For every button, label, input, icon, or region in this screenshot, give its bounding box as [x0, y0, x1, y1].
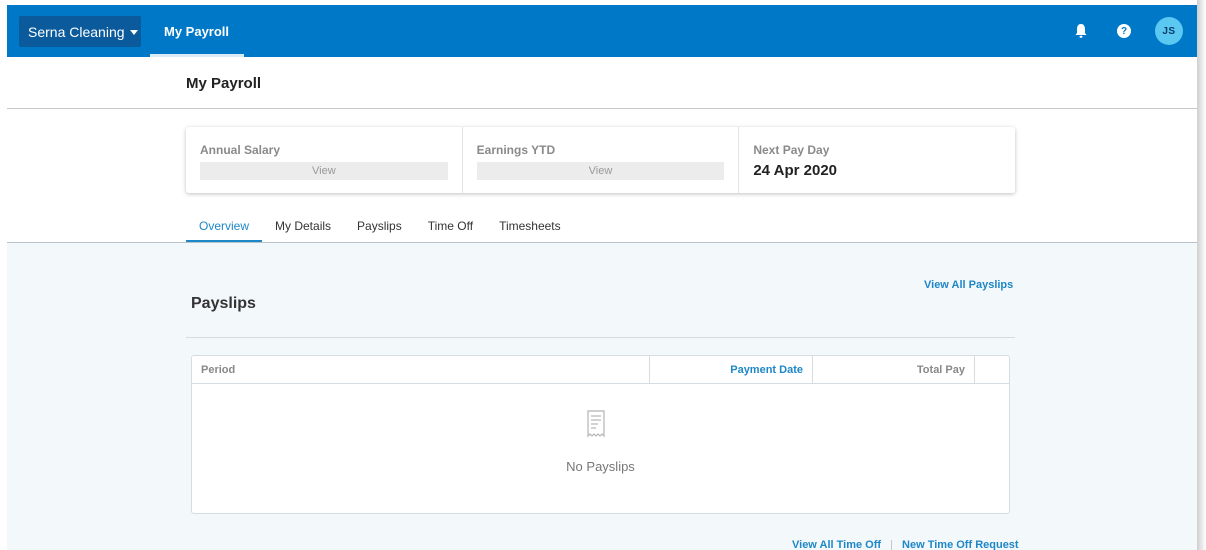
next-pay-day-value: 24 Apr 2020 — [753, 162, 838, 179]
payroll-tabs: Overview My Details Payslips Time Off Ti… — [186, 213, 574, 243]
page-title: My Payroll — [186, 75, 262, 92]
column-total-pay[interactable]: Total Pay — [813, 356, 975, 383]
organization-switcher[interactable]: Serna Cleaning — [19, 16, 141, 47]
column-payment-date[interactable]: Payment Date — [650, 356, 813, 383]
stat-label: Next Pay Day — [753, 143, 830, 157]
app-window: Serna Cleaning My Payroll ? JS My Payrol… — [0, 0, 1197, 550]
table-header: Period Payment Date Total Pay — [192, 356, 1009, 384]
empty-state-text: No Payslips — [566, 459, 635, 474]
stat-next-pay-day: Next Pay Day 24 Apr 2020 — [739, 127, 1015, 193]
new-time-off-request-link[interactable]: New Time Off Request — [902, 539, 1019, 550]
user-avatar[interactable]: JS — [1155, 17, 1183, 45]
section-divider — [186, 337, 1015, 338]
window-shadow — [1197, 0, 1206, 550]
help-icon[interactable]: ? — [1117, 24, 1131, 38]
caret-down-icon — [129, 30, 138, 35]
time-off-links: View All Time Off New Time Off Request — [792, 539, 1019, 550]
tab-time-off[interactable]: Time Off — [415, 213, 486, 243]
nav-my-payroll-label: My Payroll — [164, 23, 230, 39]
summary-card: Annual Salary View Earnings YTD View Nex… — [186, 127, 1015, 193]
link-separator — [891, 539, 893, 550]
stat-earnings-ytd: Earnings YTD View — [463, 127, 740, 193]
earnings-ytd-view-button[interactable]: View — [476, 162, 725, 180]
stat-annual-salary: Annual Salary View — [186, 127, 463, 193]
bell-icon[interactable] — [1074, 23, 1088, 39]
column-period[interactable]: Period — [192, 356, 650, 383]
view-all-time-off-link[interactable]: View All Time Off — [792, 539, 881, 550]
receipt-icon — [587, 410, 605, 438]
annual-salary-view-button[interactable]: View — [200, 162, 448, 180]
stat-label: Earnings YTD — [476, 143, 556, 157]
avatar-initials: JS — [1162, 25, 1176, 37]
view-all-payslips-link[interactable]: View All Payslips — [924, 279, 1013, 291]
nav-my-payroll[interactable]: My Payroll — [150, 5, 244, 57]
top-nav-bar: Serna Cleaning My Payroll ? JS — [7, 5, 1197, 57]
column-actions — [975, 356, 1009, 383]
help-icon-glyph: ? — [1120, 25, 1128, 37]
payslips-table: Period Payment Date Total Pay No Payslip… — [191, 355, 1010, 514]
organization-name: Serna Cleaning — [28, 23, 125, 40]
tab-overview[interactable]: Overview — [186, 213, 263, 243]
stat-label: Annual Salary — [200, 143, 281, 157]
payslips-heading: Payslips — [191, 295, 256, 312]
tab-my-details[interactable]: My Details — [262, 213, 344, 243]
tab-timesheets[interactable]: Timesheets — [486, 213, 574, 243]
title-divider — [7, 108, 1197, 109]
tab-payslips[interactable]: Payslips — [344, 213, 415, 243]
